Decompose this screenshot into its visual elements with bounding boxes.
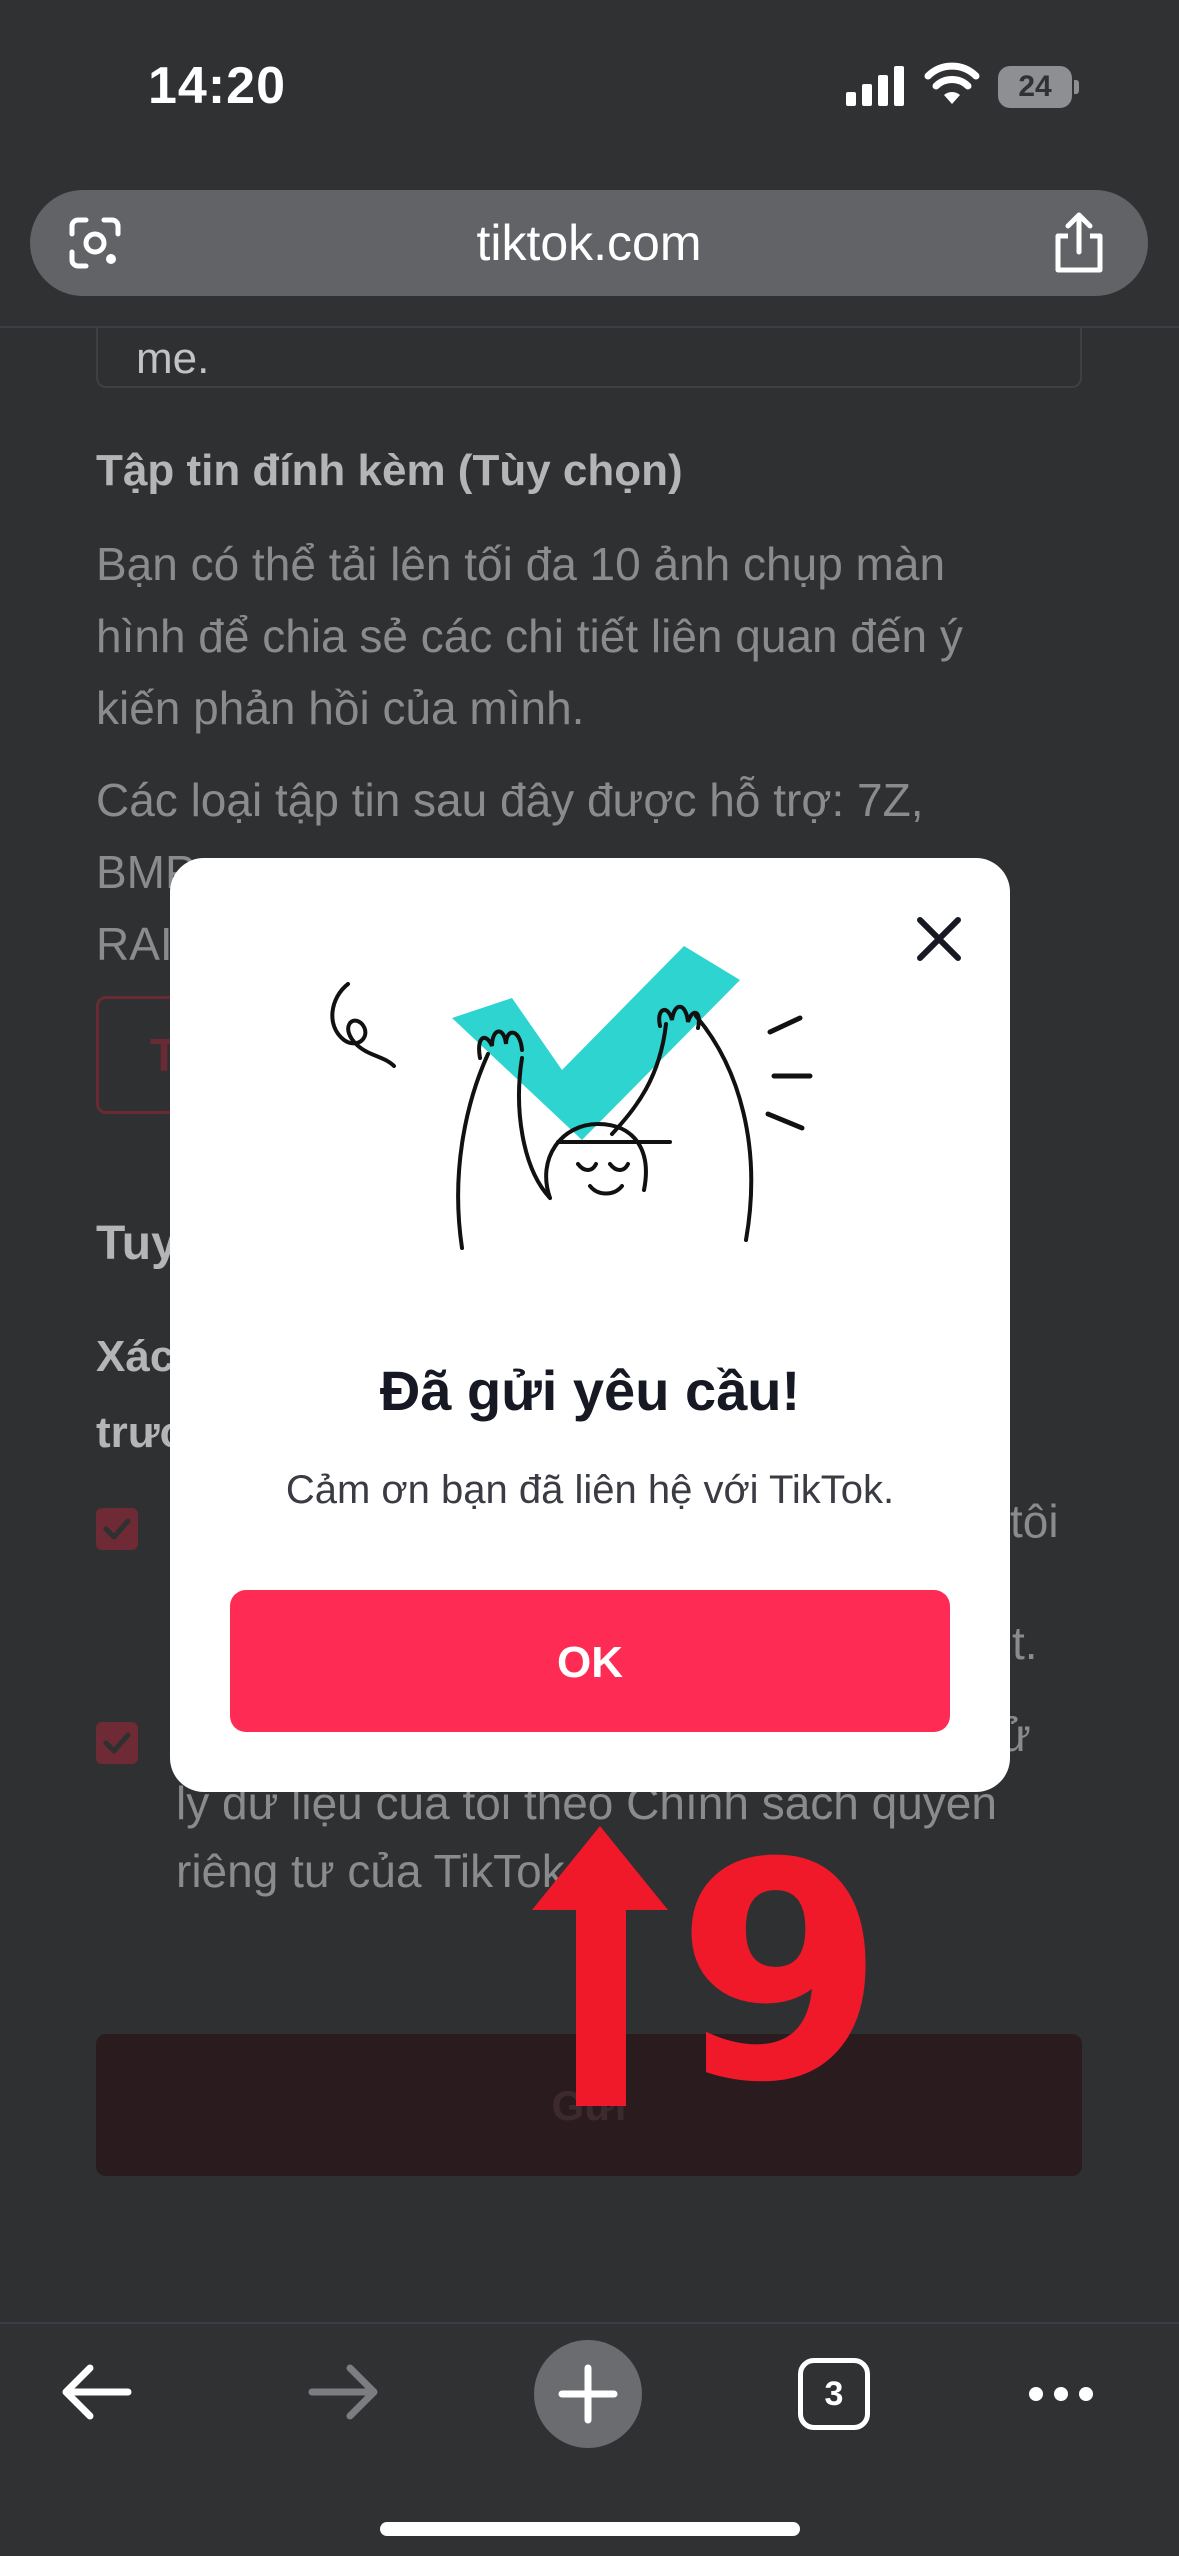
feedback-textarea[interactable]	[96, 328, 1082, 388]
ok-button[interactable]: OK	[230, 1590, 950, 1732]
browser-toolbar: 3	[0, 2322, 1179, 2556]
attachments-types-line: Các loại tập tin sau đây được hỗ trợ: 7Z…	[96, 774, 924, 826]
attachments-desc-line: Bạn có thể tải lên tối đa 10 ảnh chụp mà…	[96, 538, 946, 590]
battery-level: 24	[1018, 70, 1052, 103]
url-text[interactable]: tiktok.com	[30, 214, 1148, 272]
home-indicator	[380, 2522, 800, 2536]
tabs-count: 3	[824, 2375, 844, 2413]
wifi-icon	[924, 62, 980, 104]
success-dialog: Đã gửi yêu cầu! Cảm ơn bạn đã liên hệ vớ…	[170, 858, 1010, 1792]
more-options-icon[interactable]	[1024, 2382, 1098, 2406]
section-title: Tuy	[96, 1217, 178, 1270]
share-icon[interactable]	[1048, 210, 1110, 276]
cellular-signal-icon	[846, 66, 904, 106]
attachments-desc-line: hình để chia sẻ các chi tiết liên quan đ…	[96, 610, 963, 662]
status-bar: 14:20 24	[0, 0, 1179, 160]
checkbox1-text: t.	[1012, 1617, 1038, 1669]
attachments-desc-line: kiến phản hồi của mình.	[96, 682, 585, 734]
new-tab-button[interactable]	[534, 2328, 644, 2458]
checkbox1-text: tôi	[1010, 1495, 1059, 1547]
forward-arrow-icon[interactable]	[306, 2360, 382, 2424]
status-time: 14:20	[148, 57, 286, 115]
confirm-question-line: Xác	[96, 1332, 175, 1381]
back-arrow-icon[interactable]	[58, 2360, 134, 2424]
battery-icon: 24	[998, 66, 1079, 108]
tabs-icon[interactable]: 3	[798, 2358, 870, 2430]
close-icon[interactable]	[906, 906, 972, 972]
dialog-message: Cảm ơn bạn đã liên hệ với TikTok.	[285, 1468, 895, 1512]
address-bar[interactable]: tiktok.com	[30, 190, 1148, 296]
battery-tip	[1074, 80, 1079, 94]
checkbox2-text: riêng tư của TikTok	[176, 1845, 565, 1897]
celebration-checkmark-illustration	[330, 946, 813, 1250]
textarea-text: me.	[136, 334, 210, 383]
dialog-title: Đã gửi yêu cầu!	[379, 1359, 801, 1422]
checkmark-icon	[103, 1732, 131, 1754]
checkmark-icon	[103, 1518, 131, 1540]
consent-checkbox-2[interactable]	[96, 1722, 138, 1764]
attachments-description: Bạn có thể tải lên tối đa 10 ảnh chụp mà…	[96, 528, 1076, 744]
new-tab-plus-icon	[558, 2364, 618, 2424]
consent-checkbox-1[interactable]	[96, 1508, 138, 1550]
step-number-label: 9	[676, 1799, 885, 2148]
attachments-title: Tập tin đính kèm (Tùy chọn)	[96, 446, 683, 495]
ok-button-label: OK	[557, 1638, 623, 1687]
